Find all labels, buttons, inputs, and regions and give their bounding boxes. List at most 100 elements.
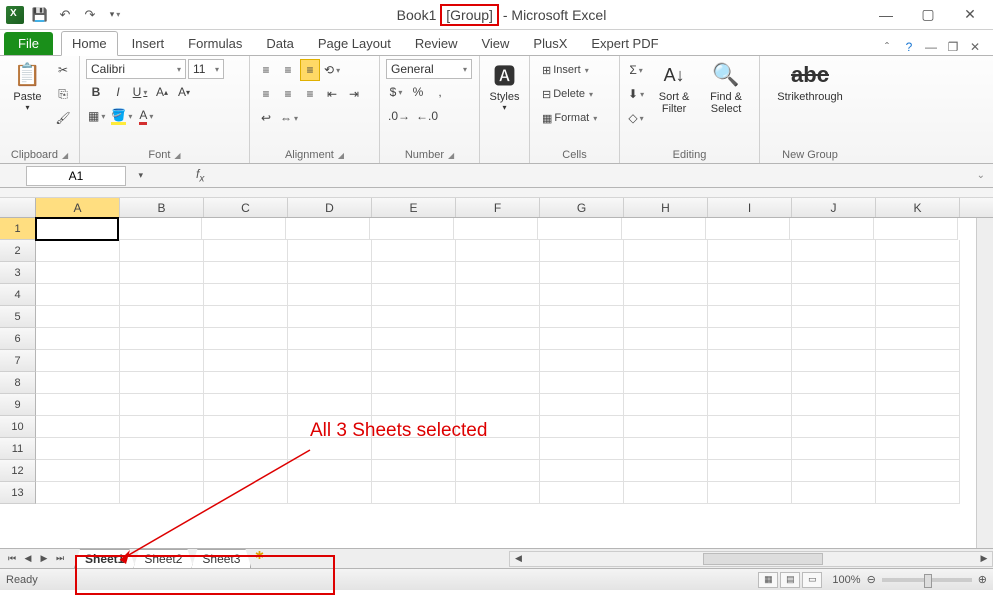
cell[interactable]: [120, 328, 204, 350]
hscroll-left-icon[interactable]: ◀: [510, 553, 526, 564]
copy-button[interactable]: ⎘: [53, 83, 73, 105]
cell[interactable]: [456, 328, 540, 350]
formula-bar-expand-icon[interactable]: ⌄: [977, 170, 985, 181]
cell[interactable]: [792, 240, 876, 262]
cell[interactable]: [204, 284, 288, 306]
cell[interactable]: [35, 217, 119, 241]
row-header[interactable]: 4: [0, 284, 36, 306]
cell[interactable]: [288, 306, 372, 328]
cell[interactable]: [540, 372, 624, 394]
align-top-button[interactable]: ≡: [256, 59, 276, 81]
format-cells-button[interactable]: ▦ Format: [536, 107, 603, 129]
cell[interactable]: [708, 328, 792, 350]
styles-button[interactable]: 🅰 Styles ▾: [486, 59, 523, 112]
cell[interactable]: [288, 460, 372, 482]
workbook-close-icon[interactable]: ✕: [967, 39, 983, 55]
cell[interactable]: [876, 284, 960, 306]
cell[interactable]: [876, 460, 960, 482]
row-header[interactable]: 1: [0, 218, 36, 240]
hscroll-thumb[interactable]: [703, 553, 823, 565]
borders-button[interactable]: ▦: [86, 105, 107, 127]
cell[interactable]: [876, 262, 960, 284]
cell[interactable]: [540, 394, 624, 416]
cell[interactable]: [204, 262, 288, 284]
cell[interactable]: [36, 328, 120, 350]
save-icon[interactable]: 💾: [29, 4, 51, 26]
cell[interactable]: [538, 218, 622, 240]
cell[interactable]: [708, 306, 792, 328]
cell[interactable]: [372, 328, 456, 350]
align-right-button[interactable]: ≡: [300, 83, 320, 105]
col-header[interactable]: I: [708, 198, 792, 217]
decrease-decimal-button[interactable]: ←.0: [414, 105, 440, 127]
page-break-view-button[interactable]: ▭: [802, 572, 822, 588]
cell[interactable]: [120, 482, 204, 504]
undo-icon[interactable]: ↶: [54, 4, 76, 26]
cell[interactable]: [540, 460, 624, 482]
cell[interactable]: [204, 240, 288, 262]
decrease-font-button[interactable]: A▾: [174, 81, 194, 103]
cell[interactable]: [708, 394, 792, 416]
cell[interactable]: [540, 284, 624, 306]
cell[interactable]: [204, 350, 288, 372]
cell[interactable]: [36, 482, 120, 504]
cell[interactable]: [204, 416, 288, 438]
col-header[interactable]: D: [288, 198, 372, 217]
cell[interactable]: [120, 394, 204, 416]
comma-button[interactable]: ,: [430, 81, 450, 103]
excel-icon[interactable]: [4, 4, 26, 26]
normal-view-button[interactable]: ▦: [758, 572, 778, 588]
cell[interactable]: [456, 240, 540, 262]
bold-button[interactable]: B: [86, 81, 106, 103]
zoom-out-button[interactable]: ⊖: [867, 573, 876, 586]
cell[interactable]: [708, 482, 792, 504]
cell[interactable]: [876, 438, 960, 460]
cell[interactable]: [540, 306, 624, 328]
col-header[interactable]: F: [456, 198, 540, 217]
merge-center-button[interactable]: ⇔: [278, 107, 300, 129]
font-launcher-icon[interactable]: ◢: [174, 151, 180, 160]
paste-button[interactable]: 📋 Paste ▾: [6, 59, 49, 112]
col-header[interactable]: K: [876, 198, 960, 217]
cell[interactable]: [540, 416, 624, 438]
cell[interactable]: [540, 438, 624, 460]
zoom-level[interactable]: 100%: [832, 574, 860, 586]
row-header[interactable]: 12: [0, 460, 36, 482]
zoom-slider[interactable]: [882, 578, 972, 582]
cell[interactable]: [370, 218, 454, 240]
cell[interactable]: [372, 394, 456, 416]
col-header[interactable]: B: [120, 198, 204, 217]
cell[interactable]: [36, 350, 120, 372]
sheet-tab[interactable]: Sheet2: [133, 549, 193, 568]
cell[interactable]: [204, 306, 288, 328]
cell[interactable]: [36, 240, 120, 262]
align-bottom-button[interactable]: ≡: [300, 59, 320, 81]
alignment-launcher-icon[interactable]: ◢: [338, 151, 344, 160]
cell[interactable]: [624, 438, 708, 460]
format-painter-button[interactable]: 🖌: [53, 107, 73, 129]
cell[interactable]: [792, 460, 876, 482]
sheet-tab[interactable]: Sheet1: [74, 549, 135, 568]
maximize-button[interactable]: ▢: [919, 6, 937, 24]
row-header[interactable]: 9: [0, 394, 36, 416]
cell[interactable]: [372, 350, 456, 372]
cell[interactable]: [288, 482, 372, 504]
row-header[interactable]: 2: [0, 240, 36, 262]
cell[interactable]: [456, 350, 540, 372]
namebox-dropdown-icon[interactable]: ▾: [138, 170, 143, 181]
sheet-tab[interactable]: Sheet3: [191, 549, 251, 568]
cell[interactable]: [708, 240, 792, 262]
cell[interactable]: [286, 218, 370, 240]
cell[interactable]: [792, 372, 876, 394]
tab-data[interactable]: Data: [256, 32, 303, 55]
sheet-nav-first-icon[interactable]: ⏮: [4, 553, 20, 564]
cell[interactable]: [792, 350, 876, 372]
cell[interactable]: [36, 262, 120, 284]
workbook-restore-icon[interactable]: ❐: [945, 39, 961, 55]
fx-icon[interactable]: fx: [196, 167, 204, 184]
font-size-combo[interactable]: 11▾: [188, 59, 224, 79]
minimize-button[interactable]: —: [877, 6, 895, 24]
cell[interactable]: [204, 482, 288, 504]
cell[interactable]: [36, 372, 120, 394]
redo-icon[interactable]: ↷: [79, 4, 101, 26]
